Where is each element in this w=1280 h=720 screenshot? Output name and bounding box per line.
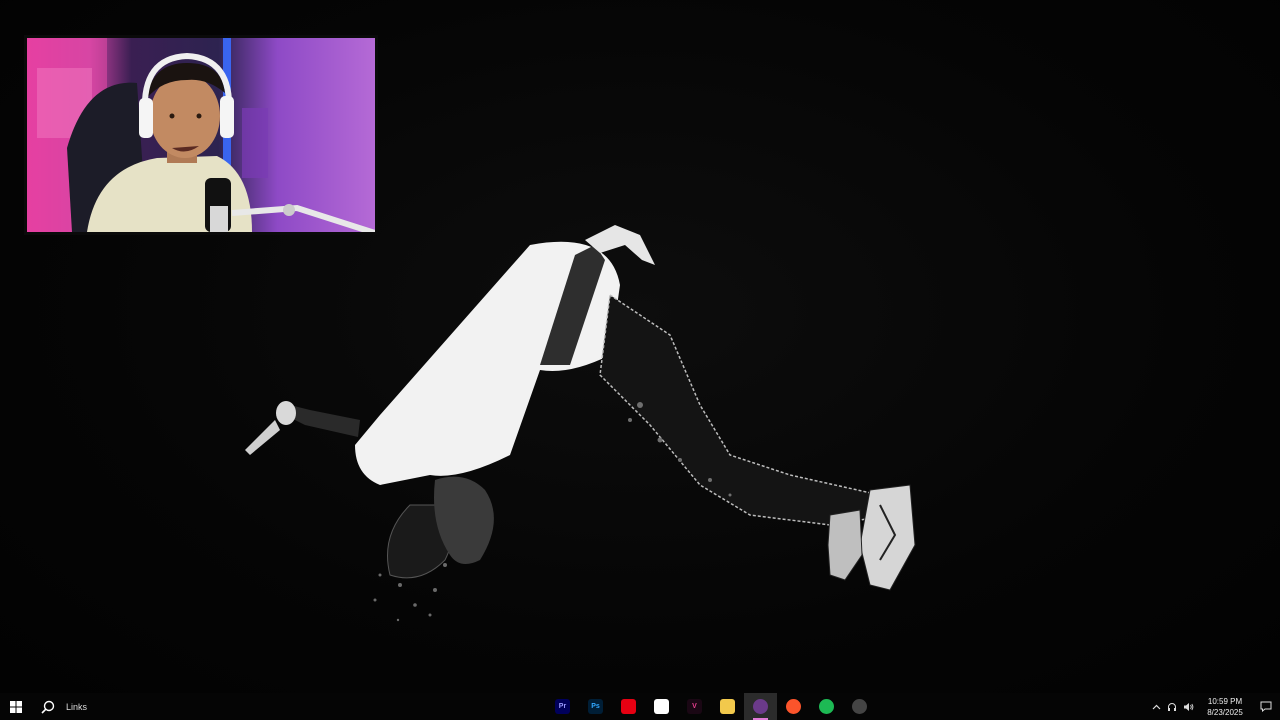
clock-date: 8/23/2025 — [1207, 707, 1243, 717]
brave-browser-icon — [786, 699, 801, 714]
notification-icon[interactable] — [1252, 693, 1280, 720]
headset-icon[interactable] — [1164, 693, 1180, 720]
start-button[interactable] — [0, 693, 32, 720]
search-icon — [41, 700, 55, 714]
clock-time: 10:59 PM — [1207, 696, 1243, 706]
webcam-overlay — [24, 35, 378, 235]
chevron-up-icon[interactable] — [1148, 693, 1164, 720]
obs-studio-icon — [753, 699, 768, 714]
windows-logo-icon — [10, 700, 22, 713]
taskbar-app-obs-studio[interactable] — [744, 693, 777, 720]
taskbar-app-brave-browser[interactable] — [777, 693, 810, 720]
desktop — [0, 0, 1280, 693]
recorder-icon — [852, 699, 867, 714]
taskbar: Links Pr Ps V 10:59 PM 8/23/2025 — [0, 693, 1280, 720]
taskbar-app-vegas[interactable]: V — [678, 693, 711, 720]
wallpaper-figure — [245, 225, 916, 622]
search-button[interactable] — [32, 693, 64, 720]
webcam-feed — [27, 38, 375, 232]
spotify-icon — [819, 699, 834, 714]
vegas-icon: V — [687, 699, 702, 714]
streamer-webcam-image — [27, 38, 375, 232]
taskbar-app-premiere-pro[interactable]: Pr — [546, 693, 579, 720]
file-explorer-icon — [720, 699, 735, 714]
volume-icon[interactable] — [1180, 693, 1196, 720]
taskbar-app-photoshop[interactable]: Ps — [579, 693, 612, 720]
taskbar-app-spotify[interactable] — [810, 693, 843, 720]
system-tray: 10:59 PM 8/23/2025 — [1148, 693, 1280, 720]
taskbar-app-nintendo-switch[interactable] — [612, 693, 645, 720]
nintendo-switch-icon — [621, 699, 636, 714]
taskbar-app-discord[interactable] — [645, 693, 678, 720]
taskbar-app-file-explorer[interactable] — [711, 693, 744, 720]
links-toolbar[interactable]: Links — [66, 702, 87, 712]
photoshop-icon: Ps — [588, 699, 603, 714]
clock[interactable]: 10:59 PM 8/23/2025 — [1200, 696, 1250, 718]
taskbar-apps: Pr Ps V — [546, 693, 876, 720]
discord-icon — [654, 699, 669, 714]
premiere-pro-icon: Pr — [555, 699, 570, 714]
taskbar-app-recorder[interactable] — [843, 693, 876, 720]
